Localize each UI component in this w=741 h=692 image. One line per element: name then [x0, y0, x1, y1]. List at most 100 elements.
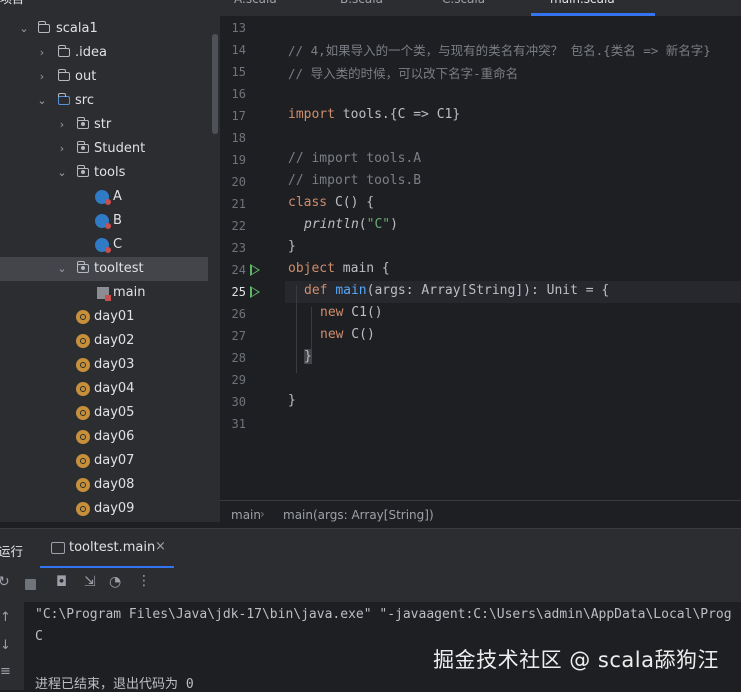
tab-tooltest-main[interactable]: tooltest.main: [69, 540, 155, 555]
indent-guide: [311, 307, 312, 351]
keyword: new: [320, 305, 344, 320]
source-folder-icon: [57, 93, 70, 105]
run-panel-title: 运行: [0, 544, 24, 559]
breadcrumb-item-method[interactable]: main(args: Array[String]): [283, 508, 434, 522]
code-line-20: // import tools.B: [288, 173, 422, 188]
tree-item-day01[interactable]: day01: [0, 305, 208, 329]
tree-item-b[interactable]: B: [0, 209, 208, 233]
tree-item-label: tools: [94, 165, 126, 180]
function-name: println: [304, 217, 359, 232]
camera-icon[interactable]: ◘: [56, 574, 67, 590]
keyword: object: [288, 261, 335, 276]
tree-item-a[interactable]: A: [0, 185, 208, 209]
package-icon: [76, 261, 89, 273]
chevron-down-icon[interactable]: ⌄: [18, 17, 30, 41]
tree-item-idea[interactable]: › .idea: [0, 41, 208, 65]
line-number: 20: [231, 175, 246, 189]
tree-item-day07[interactable]: day07: [0, 449, 208, 473]
chevron-down-icon[interactable]: ⌄: [56, 257, 68, 281]
console-line: C: [35, 629, 43, 644]
tree-item-tooltest[interactable]: ⌄ tooltest: [0, 257, 208, 281]
tree-item-c[interactable]: C: [0, 233, 208, 257]
run-gutter-icon[interactable]: [250, 286, 260, 298]
profiler-icon[interactable]: ◔: [109, 574, 121, 590]
tree-item-day09[interactable]: day09: [0, 497, 208, 521]
tree-item-label: out: [75, 69, 97, 84]
tree-item-label: B: [113, 213, 122, 228]
line-number: 28: [231, 351, 246, 365]
chevron-down-icon[interactable]: ⌄: [36, 89, 48, 113]
line-number: 26: [231, 307, 246, 321]
line-number: 19: [231, 153, 246, 167]
breadcrumb-item-main[interactable]: main: [231, 508, 261, 522]
code-line-19: // import tools.A: [288, 151, 422, 166]
tree-item-day02[interactable]: day02: [0, 329, 208, 353]
tree-item-label: Student: [94, 141, 146, 156]
run-toolbar: ↻ ◘ ⇲ ◔ ⋮: [0, 568, 741, 602]
code-text: main {: [334, 261, 390, 276]
code-line-14: // 4,如果导入的一个类，与现有的类名有冲突？ 包名.{类名 => 新名字}: [288, 43, 711, 58]
tab-main-scala[interactable]: main.scala: [550, 0, 615, 12]
tree-item-scala1[interactable]: ⌄ scala1: [0, 17, 208, 41]
tree-item-label: day05: [94, 405, 135, 420]
tree-item-label: day08: [94, 477, 135, 492]
rerun-icon[interactable]: ↻: [0, 574, 10, 590]
scala-object-icon: [76, 430, 90, 444]
code-line-22: println("C"): [304, 217, 398, 232]
scala-class-icon: [95, 238, 111, 253]
scala-object-icon: [76, 406, 90, 420]
scala-object-icon: [76, 382, 90, 396]
tree-item-day04[interactable]: day04: [0, 377, 208, 401]
tab-b-scala[interactable]: B.scala: [340, 0, 383, 12]
tree-item-out[interactable]: › out: [0, 65, 208, 89]
run-gutter-icon[interactable]: [250, 264, 260, 276]
code-text: C(): [343, 327, 375, 342]
tab-a-scala[interactable]: A.scala: [234, 0, 277, 12]
tree-scrollbar[interactable]: [212, 34, 218, 134]
scala-object-icon: [76, 358, 90, 372]
tree-item-label: str: [94, 117, 112, 132]
chevron-right-icon[interactable]: ›: [36, 65, 48, 89]
chevron-right-icon[interactable]: ›: [56, 137, 68, 161]
chevron-right-icon: ›: [260, 507, 265, 521]
function-name: main: [335, 283, 367, 298]
line-number: 13: [231, 21, 246, 35]
tree-item-str[interactable]: › str: [0, 113, 208, 137]
tree-item-day05[interactable]: day05: [0, 401, 208, 425]
stop-icon[interactable]: [25, 579, 36, 590]
line-number: 17: [231, 109, 246, 123]
close-icon[interactable]: ×: [155, 539, 166, 554]
folder-icon: [57, 45, 70, 57]
chevron-down-icon[interactable]: ⌄: [56, 161, 68, 185]
tab-c-scala[interactable]: C.scala: [442, 0, 485, 12]
keyword: new: [320, 327, 344, 342]
project-tree-panel: 项目 ⌄ scala1 › .idea › out ⌄ src › str › …: [0, 0, 220, 522]
code-line-15: // 导入类的时候，可以改下名字-重命名: [288, 66, 519, 81]
wrap-icon[interactable]: ≡: [0, 664, 11, 679]
tree-item-student[interactable]: › Student: [0, 137, 208, 161]
chevron-right-icon[interactable]: ›: [36, 41, 48, 65]
console-side-toolbar: ↑ ↓ ≡: [0, 602, 24, 690]
tree-item-label: day07: [94, 453, 135, 468]
tree-item-day03[interactable]: day03: [0, 353, 208, 377]
line-number: 31: [231, 417, 246, 431]
code-text: tools.{C => C1}: [334, 107, 461, 122]
tree-item-src[interactable]: ⌄ src: [0, 89, 208, 113]
more-options-icon[interactable]: ⋮: [137, 573, 151, 589]
tree-item-label: scala1: [56, 21, 98, 36]
tree-item-day08[interactable]: day08: [0, 473, 208, 497]
code-line-30: }: [288, 393, 296, 408]
attach-icon[interactable]: ⇲: [84, 574, 96, 590]
tree-item-main[interactable]: main: [0, 281, 208, 305]
tree-item-tools[interactable]: ⌄ tools: [0, 161, 208, 185]
code-line-24: object main {: [288, 261, 390, 276]
line-number: 22: [231, 219, 246, 233]
arrow-up-icon[interactable]: ↑: [0, 610, 11, 625]
line-number: 16: [231, 87, 246, 101]
keyword: def: [304, 283, 328, 298]
scala-object-icon: [76, 502, 90, 516]
tree-item-day06[interactable]: day06: [0, 425, 208, 449]
code-line-23: }: [288, 239, 296, 254]
arrow-down-icon[interactable]: ↓: [0, 638, 11, 653]
chevron-right-icon[interactable]: ›: [56, 113, 68, 137]
